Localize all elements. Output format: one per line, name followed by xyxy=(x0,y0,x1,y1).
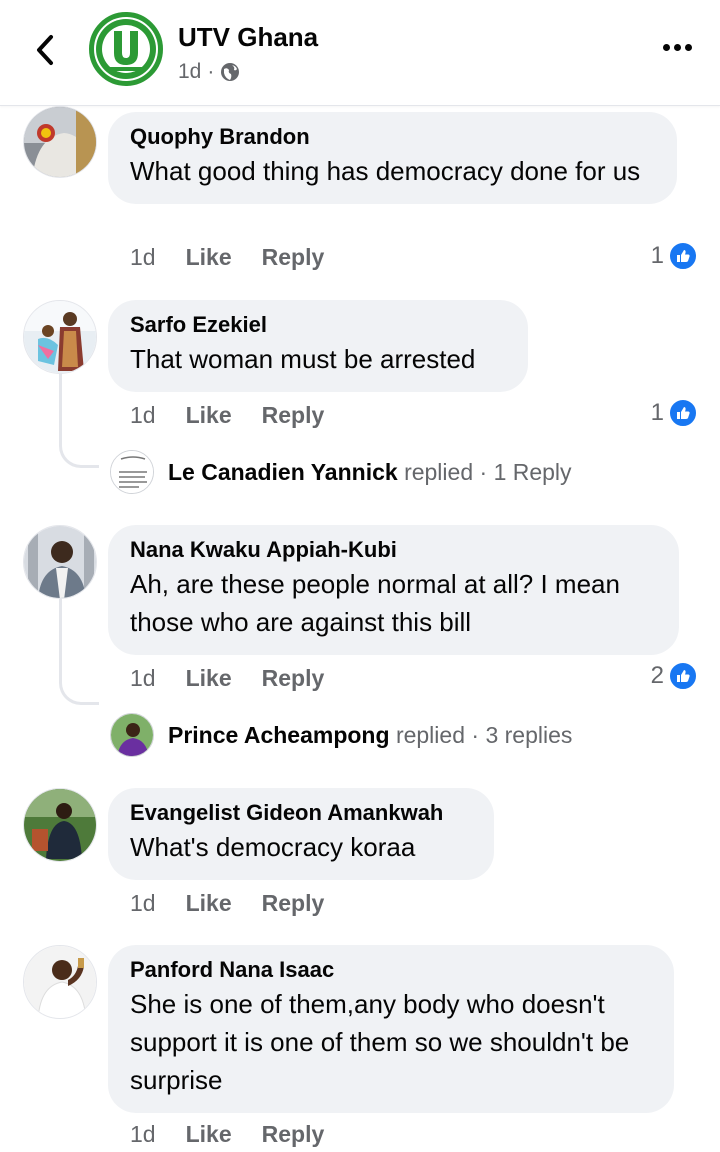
comment-actions: 1d Like Reply xyxy=(130,890,324,917)
globe-icon xyxy=(221,63,240,81)
reaction-number: 1 xyxy=(650,242,664,269)
comment-text: She is one of them,any body who doesn't … xyxy=(130,989,630,1095)
thread-connector xyxy=(59,597,99,705)
reaction-number: 2 xyxy=(650,662,664,689)
comment-author[interactable]: Panford Nana Isaac xyxy=(130,955,652,985)
replies-count: 1 Reply xyxy=(493,458,572,485)
reaction-number: 1 xyxy=(650,399,664,426)
comment-bubble: Quophy Brandon What good thing has democ… xyxy=(108,112,677,204)
avatar[interactable] xyxy=(23,945,97,1019)
reaction-count[interactable]: 1 xyxy=(651,398,698,428)
more-options-button[interactable] xyxy=(663,44,692,51)
more-dot xyxy=(674,44,681,51)
thumbs-up-icon xyxy=(668,241,698,271)
thread-connector xyxy=(59,372,99,468)
meta-separator: · xyxy=(207,60,215,83)
thumbs-up-icon xyxy=(668,661,698,691)
comment-author[interactable]: Evangelist Gideon Amankwah xyxy=(130,798,472,828)
like-button[interactable]: Like xyxy=(186,244,232,271)
post-meta: 1d · xyxy=(178,60,240,84)
reply-avatar xyxy=(110,713,154,757)
reaction-count[interactable]: 2 xyxy=(651,661,698,691)
thumbs-up-icon xyxy=(668,398,698,428)
view-replies-link[interactable]: Prince Acheampong replied · 3 replies xyxy=(110,713,572,757)
avatar[interactable] xyxy=(23,525,97,599)
comment-actions: 1d Like Reply xyxy=(130,402,324,429)
reply-button[interactable]: Reply xyxy=(262,890,325,917)
comment-author[interactable]: Quophy Brandon xyxy=(130,122,655,152)
reply-button[interactable]: Reply xyxy=(262,402,325,429)
replies-separator: · xyxy=(479,458,488,485)
replies-separator: · xyxy=(471,721,480,748)
view-replies-link[interactable]: Le Canadien Yannick replied · 1 Reply xyxy=(110,450,572,494)
replies-count: 3 replies xyxy=(485,721,573,748)
post-time: 1d xyxy=(178,60,202,83)
like-button[interactable]: Like xyxy=(186,890,232,917)
avatar[interactable] xyxy=(23,106,97,178)
comment-bubble: Panford Nana Isaac She is one of them,an… xyxy=(108,945,674,1113)
post-header: UTV Ghana 1d · xyxy=(0,0,720,106)
replies-summary: Prince Acheampong replied · 3 replies xyxy=(168,722,572,749)
replies-summary: Le Canadien Yannick replied · 1 Reply xyxy=(168,459,572,486)
comment-actions: 1d Like Reply xyxy=(130,244,324,271)
comment-time[interactable]: 1d xyxy=(130,1121,156,1148)
chevron-left-icon xyxy=(37,35,53,65)
reply-button[interactable]: Reply xyxy=(262,665,325,692)
replier-name: Prince Acheampong xyxy=(168,721,390,748)
comment-actions: 1d Like Reply xyxy=(130,665,324,692)
comment-text: What good thing has democracy done for u… xyxy=(130,156,641,186)
page-avatar[interactable] xyxy=(89,12,163,86)
like-button[interactable]: Like xyxy=(186,1121,232,1148)
replier-name: Le Canadien Yannick xyxy=(168,458,398,485)
avatar[interactable] xyxy=(23,300,97,374)
reaction-count[interactable]: 1 xyxy=(651,241,698,271)
comment-time[interactable]: 1d xyxy=(130,402,156,429)
reply-button[interactable]: Reply xyxy=(262,1121,325,1148)
reply-button[interactable]: Reply xyxy=(262,244,325,271)
comment-text: That woman must be arrested xyxy=(130,344,476,374)
back-button[interactable] xyxy=(30,30,60,70)
comment-author[interactable]: Nana Kwaku Appiah-Kubi xyxy=(130,535,657,565)
comment-actions: 1d Like Reply xyxy=(130,1121,324,1148)
comment-text: What's democracy koraa xyxy=(130,832,416,862)
comment-time[interactable]: 1d xyxy=(130,890,156,917)
avatar[interactable] xyxy=(23,788,97,862)
comment-bubble: Evangelist Gideon Amankwah What's democr… xyxy=(108,788,494,880)
comment-time[interactable]: 1d xyxy=(130,665,156,692)
comment-bubble: Nana Kwaku Appiah-Kubi Ah, are these peo… xyxy=(108,525,679,655)
page-name[interactable]: UTV Ghana xyxy=(178,22,318,53)
like-button[interactable]: Like xyxy=(186,665,232,692)
reply-avatar xyxy=(110,450,154,494)
comment-bubble: Sarfo Ezekiel That woman must be arreste… xyxy=(108,300,528,392)
more-dot xyxy=(685,44,692,51)
like-button[interactable]: Like xyxy=(186,402,232,429)
comment-author[interactable]: Sarfo Ezekiel xyxy=(130,310,506,340)
replied-verb: replied xyxy=(404,458,474,485)
comment-time[interactable]: 1d xyxy=(130,244,156,271)
utv-logo-icon xyxy=(96,19,156,79)
replied-verb: replied xyxy=(395,721,465,748)
more-dot xyxy=(663,44,670,51)
comment-text: Ah, are these people normal at all? I me… xyxy=(130,569,620,637)
